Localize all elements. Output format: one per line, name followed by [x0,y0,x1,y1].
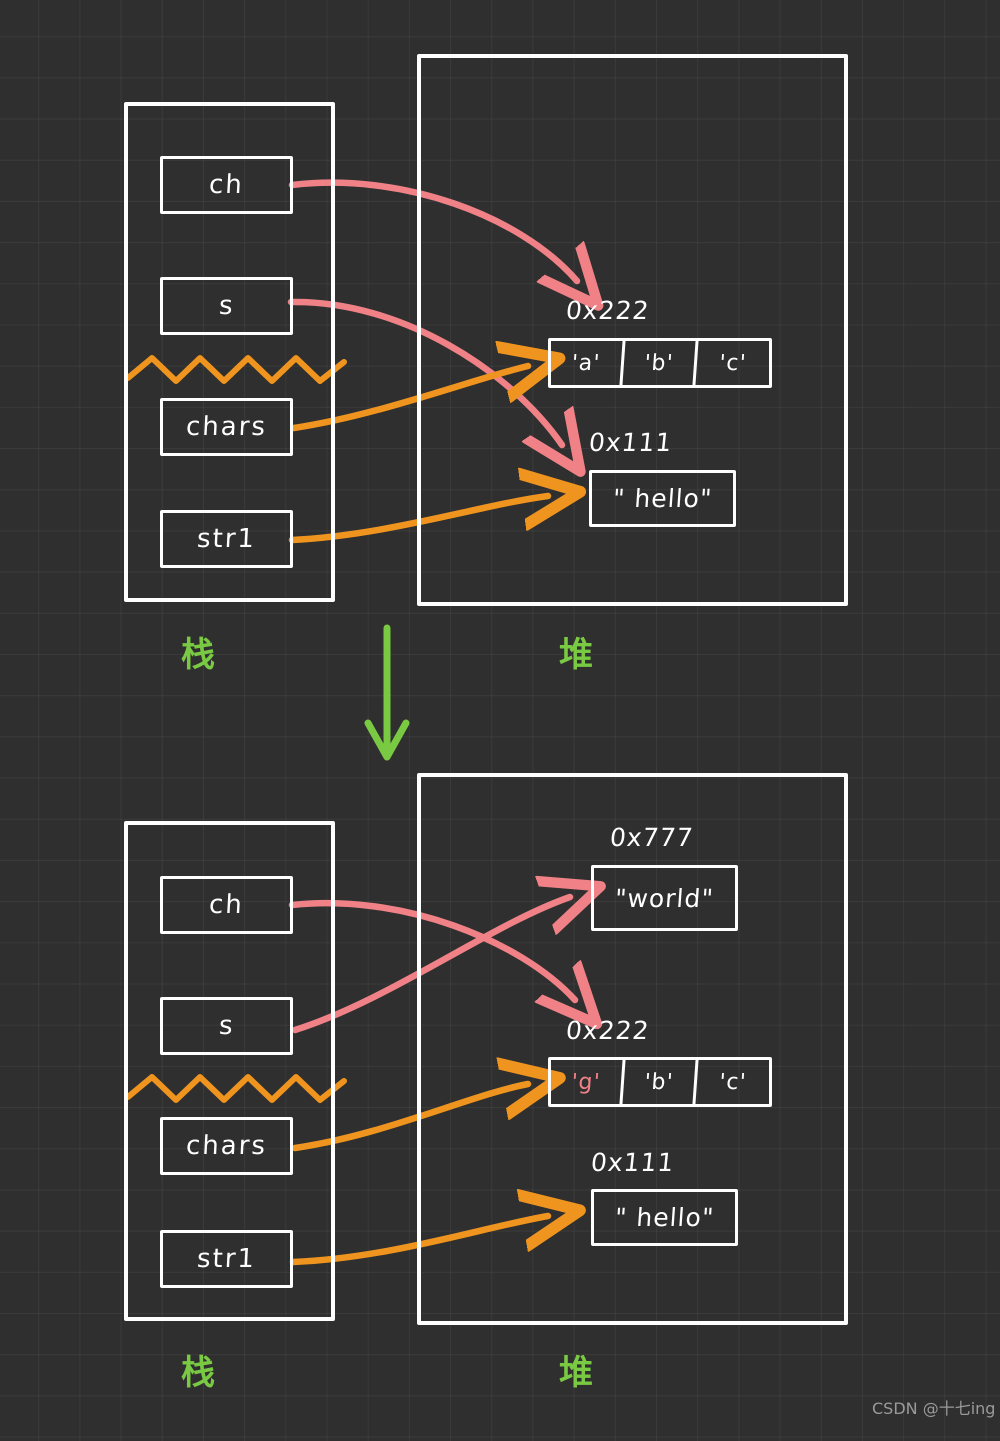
bottom-heap-array-0x222: 'g' 'b' 'c' [548,1057,772,1107]
transition-down-arrow [364,624,410,761]
top-stack-var-str1-label: str1 [196,524,257,554]
bottom-heap-zone-label: 堆 [559,1353,593,1393]
top-heap-zone-label: 堆 [559,635,593,675]
top-stack-zone-label: 栈 [181,635,215,675]
bottom-heap-string-0x777-value: "world" [614,883,715,913]
bottom-stack-var-chars-label: chars [185,1131,268,1161]
top-stack-var-str1[interactable]: str1 [160,510,293,568]
top-heap-address-0x111: 0x111 [587,428,674,457]
bottom-heap-address-0x777: 0x777 [608,823,695,852]
top-heap-array-cell-1[interactable]: 'b' [622,341,699,385]
bottom-stack-zone-label: 栈 [181,1353,215,1393]
bottom-stack-var-str1-label: str1 [196,1244,257,1274]
bottom-heap-array-cell-0[interactable]: 'g' [549,1060,626,1104]
top-stack-var-ch[interactable]: ch [160,156,293,214]
top-heap-array-cell-0[interactable]: 'a' [549,341,626,385]
watermark: CSDN @十七ing [872,1399,996,1418]
bottom-stack-var-chars[interactable]: chars [160,1117,293,1175]
bottom-stack-var-s-label: s [217,1011,236,1041]
top-stack-var-chars[interactable]: chars [160,398,293,456]
bottom-heap-string-0x111-value: " hello" [613,1203,716,1232]
top-heap-array-cell-2[interactable]: 'c' [695,341,770,385]
top-stack-var-s-label: s [217,291,236,321]
bottom-heap-array-cell-1[interactable]: 'b' [622,1060,699,1104]
bottom-heap-address-0x111: 0x111 [589,1148,676,1177]
top-stack-var-s[interactable]: s [160,277,293,335]
bottom-heap-array-cell-2[interactable]: 'c' [695,1060,770,1104]
bottom-stack-var-s[interactable]: s [160,997,293,1055]
bottom-heap-address-0x222: 0x222 [564,1016,651,1045]
diagram-canvas: ch s chars str1 0x222 'a' 'b' 'c' 0x111 … [0,0,1000,1441]
bottom-heap-string-0x777[interactable]: "world" [591,865,738,931]
top-stack-var-ch-label: ch [208,170,245,200]
bottom-stack-var-ch[interactable]: ch [160,876,293,934]
top-heap-string-0x111[interactable]: " hello" [589,470,736,527]
top-heap-address-0x222: 0x222 [564,296,651,325]
bottom-heap-string-0x111[interactable]: " hello" [591,1189,738,1246]
top-heap-array-0x222: 'a' 'b' 'c' [548,338,772,388]
bottom-stack-var-ch-label: ch [208,890,245,920]
top-heap-string-0x111-value: " hello" [611,484,714,513]
bottom-stack-var-str1[interactable]: str1 [160,1230,293,1288]
top-stack-var-chars-label: chars [185,412,268,442]
